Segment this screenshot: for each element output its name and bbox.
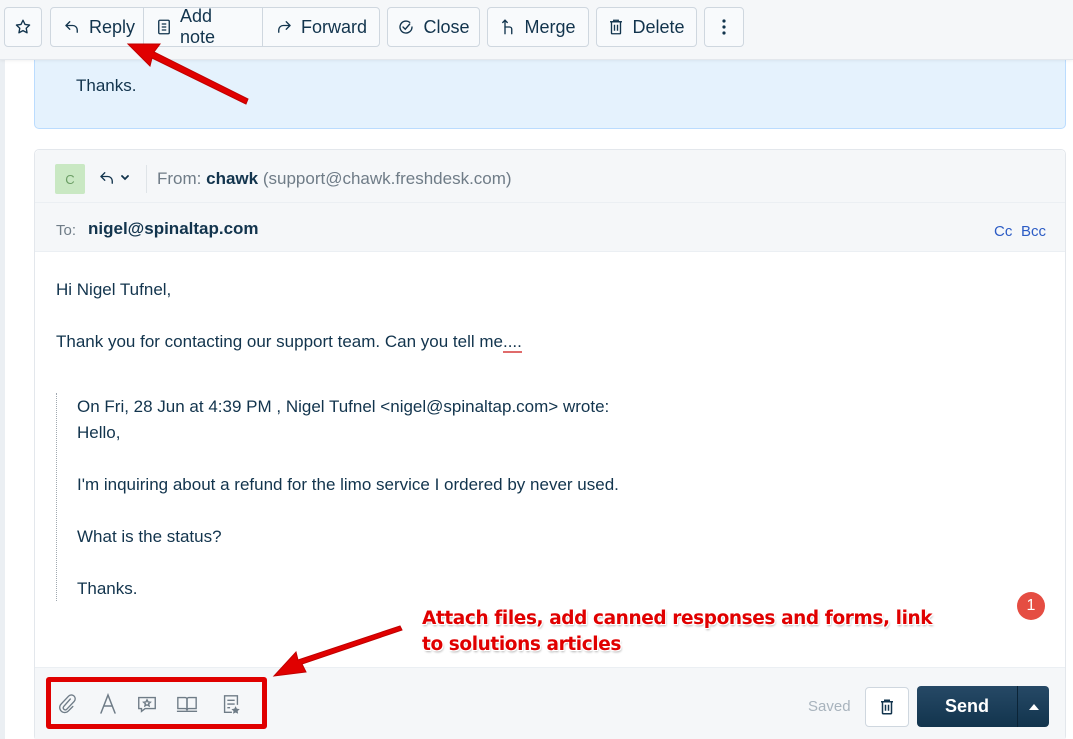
quote-line: What is the status? (77, 527, 222, 546)
bcc-link[interactable]: Bcc (1021, 223, 1046, 240)
merge-icon (500, 18, 516, 36)
merge-label: Merge (524, 16, 576, 37)
add-note-button[interactable]: Add note (144, 6, 263, 47)
from-row: C From: chawk (support@chawk.freshdesk.c… (35, 150, 1065, 203)
from-field[interactable]: From: chawk (support@chawk.freshdesk.com… (157, 169, 512, 189)
spellcheck-underline: .... (502, 332, 522, 353)
more-actions-button[interactable] (704, 7, 744, 47)
quote-line: Hello, (77, 423, 121, 442)
divider (146, 165, 147, 193)
discard-draft-button[interactable] (865, 687, 909, 727)
annotation-callout: Attach files, add canned responses and f… (422, 608, 933, 655)
send-button-group: Send (917, 686, 1049, 727)
delete-label: Delete (632, 16, 685, 37)
vertical-ellipsis-icon (722, 19, 726, 35)
forward-button[interactable]: Forward (263, 8, 379, 46)
to-row: To: nigel@spinaltap.com Cc Bcc (35, 203, 1065, 252)
reply-type-icon[interactable] (98, 169, 116, 187)
to-recipient[interactable]: nigel@spinaltap.com (88, 219, 259, 239)
delete-button[interactable]: Delete (596, 7, 697, 47)
send-button[interactable]: Send (917, 686, 1018, 727)
from-name: chawk (206, 169, 259, 188)
from-label: From: (157, 169, 202, 188)
quoted-message: On Fri, 28 Jun at 4:39 PM , Nigel Tufnel… (56, 393, 956, 601)
notification-badge[interactable]: 1 (1017, 592, 1045, 620)
reply-action-group: Reply Add note Forward (50, 6, 380, 47)
previous-message-card: Thanks. (34, 56, 1066, 129)
previous-message-text: Thanks. (76, 76, 137, 95)
check-circle-icon (397, 18, 415, 36)
quote-line: I'm inquiring about a refund for the lim… (77, 475, 619, 494)
reply-label: Reply (89, 16, 136, 37)
forward-label: Forward (300, 16, 367, 37)
star-button[interactable] (4, 7, 42, 47)
reply-icon (63, 18, 81, 36)
to-label: To: (56, 222, 77, 239)
chevron-down-icon[interactable] (120, 174, 130, 182)
draft-saved-status: Saved (808, 698, 851, 715)
cc-link[interactable]: Cc (994, 223, 1012, 240)
close-button[interactable]: Close (387, 7, 480, 47)
from-email: (support@chawk.freshdesk.com) (262, 169, 512, 188)
trash-icon (608, 18, 624, 36)
quote-header: On Fri, 28 Jun at 4:39 PM , Nigel Tufnel… (77, 397, 610, 416)
body-text: Thank you for contacting our support tea… (56, 332, 503, 351)
caret-up-icon (1028, 703, 1039, 710)
reply-button[interactable]: Reply (51, 8, 144, 46)
forward-icon (275, 18, 293, 36)
close-label: Close (423, 16, 470, 37)
star-icon (14, 18, 32, 36)
merge-button[interactable]: Merge (487, 7, 589, 47)
note-icon (156, 18, 172, 36)
trash-icon (879, 698, 895, 716)
annotation-highlight-box (46, 677, 267, 729)
avatar: C (55, 164, 85, 194)
greeting-line: Hi Nigel Tufnel, (56, 280, 172, 299)
body-line: Thank you for contacting our support tea… (56, 332, 522, 353)
add-note-label: Add note (180, 6, 216, 47)
ticket-toolbar: Reply Add note Forward Close Merge Delet… (0, 0, 1073, 60)
quote-line: Thanks. (77, 579, 138, 598)
send-options-dropdown[interactable] (1018, 686, 1049, 727)
